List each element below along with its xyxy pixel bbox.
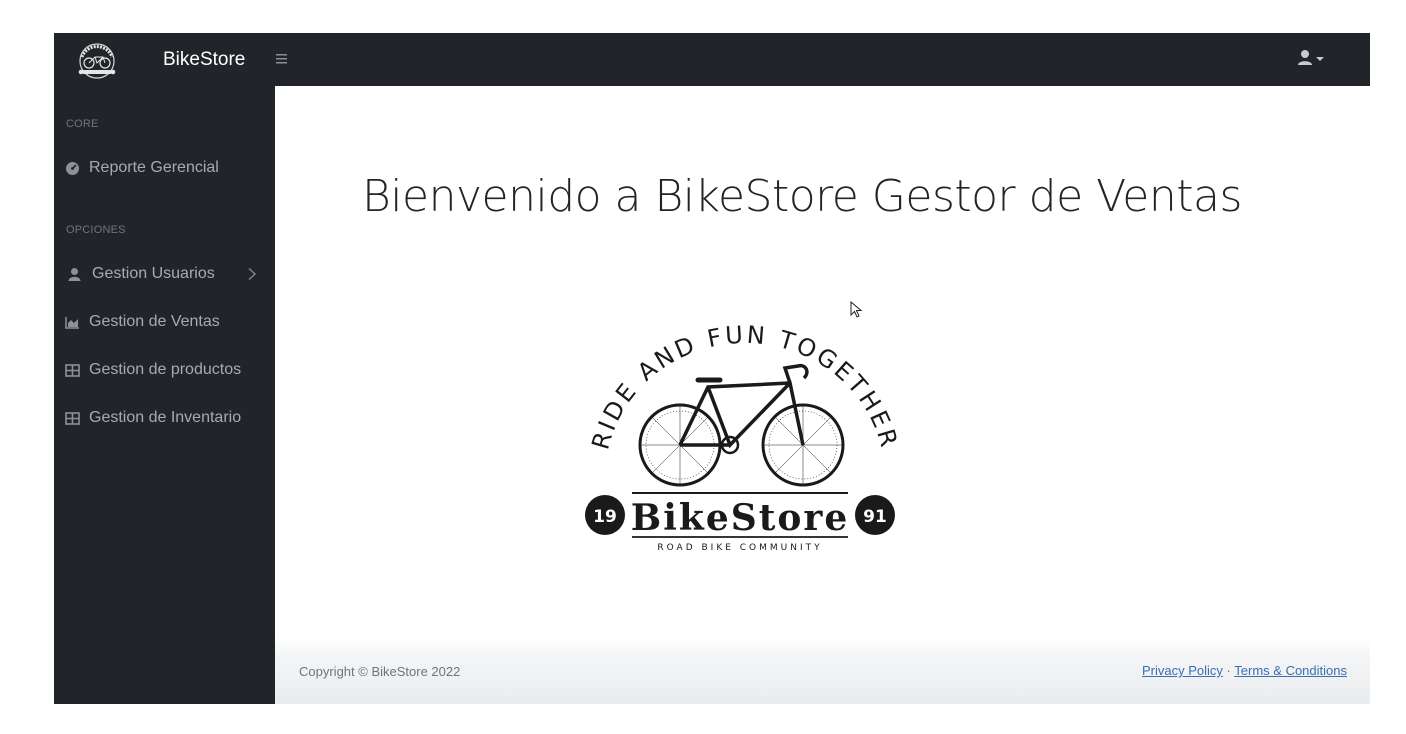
privacy-policy-link[interactable]: Privacy Policy (1142, 663, 1223, 678)
mouse-cursor-icon (850, 301, 863, 318)
user-dropdown-button[interactable] (1294, 48, 1330, 70)
chevron-right-icon (248, 267, 257, 281)
sidebar: CORE Reporte Gerencial OPCIONES Gestion … (54, 86, 275, 704)
sidebar-item-label: Gestion Usuarios (92, 265, 215, 282)
dashboard-icon (66, 162, 79, 175)
chart-area-icon (65, 317, 79, 329)
top-navbar: BikeStore (54, 33, 1370, 86)
sidebar-item-label: Reporte Gerencial (89, 159, 219, 176)
logo-name: BikeStore (631, 497, 849, 539)
table-icon (65, 364, 80, 377)
year-right-text: 91 (863, 507, 887, 527)
sidebar-item-gestion-productos[interactable]: Gestion de productos (54, 353, 275, 387)
sidebar-item-reporte-gerencial[interactable]: Reporte Gerencial (54, 151, 275, 185)
sidebar-item-gestion-ventas[interactable]: Gestion de Ventas (54, 305, 275, 339)
footer-separator: · (1226, 663, 1231, 678)
bikestore-hero-logo: RIDE AND FUN TOGETHER 19 91 BikeStore RO… (585, 321, 901, 553)
app-window: BikeStore CORE Reporte Gerencial OPCIONE… (54, 33, 1370, 704)
year-left-text: 19 (593, 507, 617, 527)
copyright-text: Copyright © BikeStore 2022 (299, 664, 461, 679)
main-content: Bienvenido a BikeStore Gestor de Ventas … (275, 86, 1370, 704)
user-icon (68, 268, 81, 281)
hamburger-icon[interactable] (274, 46, 292, 72)
page-title: Bienvenido a BikeStore Gestor de Ventas (362, 171, 1242, 222)
terms-link[interactable]: Terms & Conditions (1234, 663, 1347, 678)
sidebar-item-gestion-inventario[interactable]: Gestion de Inventario (54, 401, 275, 435)
caret-down-icon (1316, 57, 1324, 61)
bicycle-icon (638, 363, 845, 487)
sidebar-item-label: Gestion de Ventas (89, 313, 220, 330)
user-icon (1298, 50, 1312, 65)
table-icon (65, 412, 80, 425)
bikestore-logo-icon[interactable] (74, 39, 120, 79)
footer: Copyright © BikeStore 2022 Privacy Polic… (275, 636, 1370, 704)
sidebar-item-label: Gestion de Inventario (89, 409, 242, 426)
sidebar-heading-opciones: OPCIONES (66, 224, 126, 236)
sidebar-item-gestion-usuarios[interactable]: Gestion Usuarios (54, 257, 275, 291)
brand-name[interactable]: BikeStore (163, 48, 245, 72)
logo-tagline: ROAD BIKE COMMUNITY (657, 543, 822, 553)
footer-links: Privacy Policy · Terms & Conditions (1142, 663, 1347, 678)
sidebar-heading-core: CORE (66, 118, 99, 130)
sidebar-item-label: Gestion de productos (89, 361, 242, 378)
